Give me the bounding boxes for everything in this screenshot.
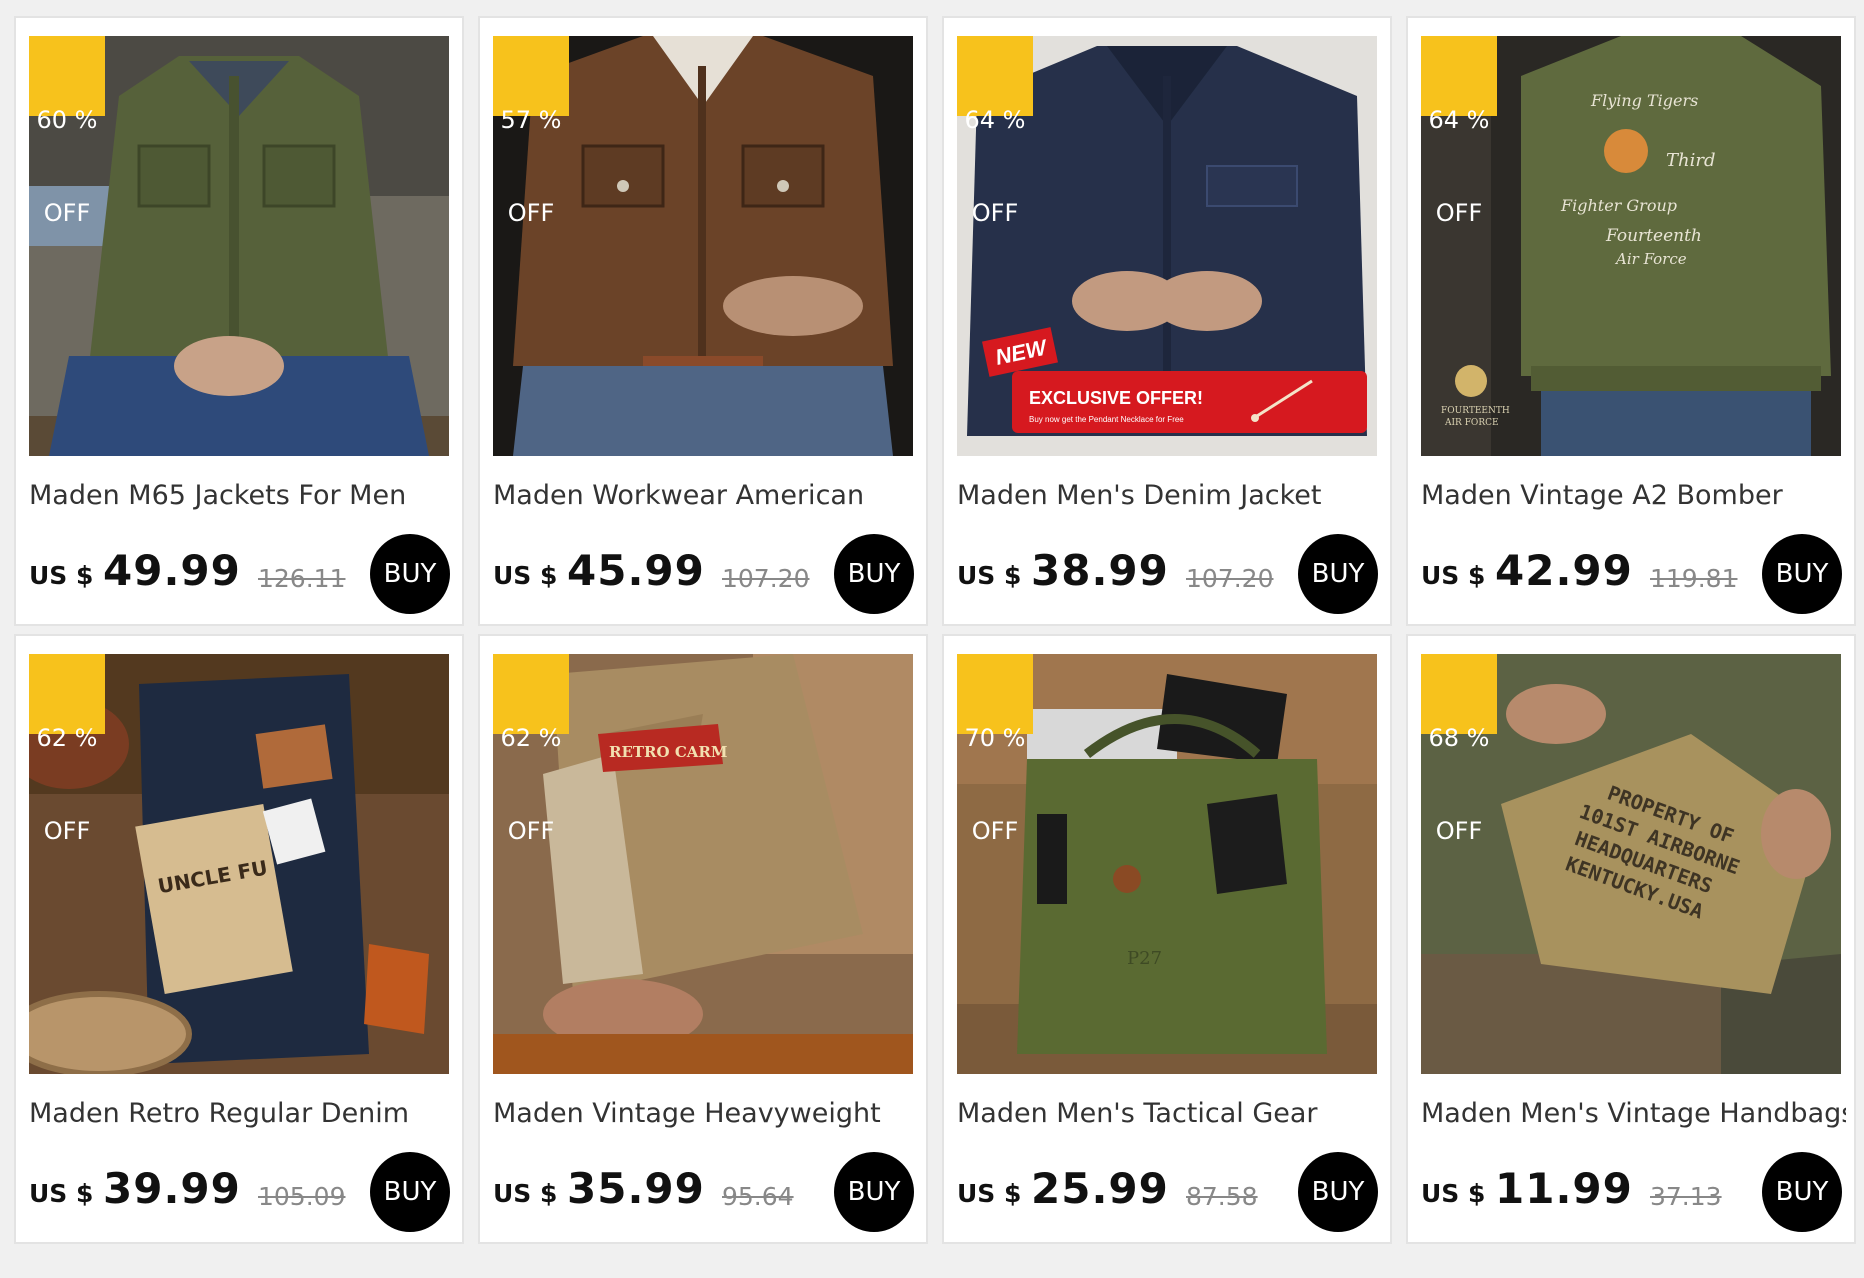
product-image[interactable]: UNCLE FU 62 % OFF (29, 654, 449, 1074)
product-grid: 60 % OFF Maden M65 Jackets For Men US $ … (14, 16, 1856, 1244)
discount-off-label: OFF (1435, 817, 1483, 845)
product-image[interactable]: 57 % OFF (493, 36, 913, 456)
product-price: 42.99 (1495, 546, 1633, 595)
discount-badge: 68 % OFF (1421, 654, 1497, 845)
buy-button[interactable]: BUY (370, 1152, 450, 1232)
discount-badge: 57 % OFF (493, 36, 569, 227)
product-image[interactable]: NEW EXCLUSIVE OFFER! Buy now get the Pen… (957, 36, 1377, 456)
original-price: 119.81 (1650, 564, 1738, 593)
discount-off-label: OFF (43, 199, 91, 227)
buy-button[interactable]: BUY (1298, 1152, 1378, 1232)
product-image[interactable]: P27 70 % OFF (957, 654, 1377, 1074)
product-title[interactable]: Maden Workwear American (493, 480, 918, 511)
product-card[interactable]: Flying Tigers Third Fighter Group Fourte… (1406, 16, 1856, 626)
discount-percent: 68 % (1428, 724, 1490, 752)
original-price: 87.58 (1186, 1182, 1258, 1211)
product-card[interactable]: 57 % OFF Maden Workwear American US $ 45… (478, 16, 928, 626)
product-title[interactable]: Maden M65 Jackets For Men (29, 480, 454, 511)
buy-button[interactable]: BUY (1762, 1152, 1842, 1232)
product-card[interactable]: RETRO CARM 62 % OFF Maden Vintage Heavyw… (478, 634, 928, 1244)
product-title[interactable]: Maden Men's Vintage Handbags (1421, 1098, 1846, 1129)
discount-badge: 60 % OFF (29, 36, 105, 227)
product-price: 45.99 (567, 546, 705, 595)
discount-percent: 57 % (500, 106, 562, 134)
discount-percent: 60 % (36, 106, 98, 134)
discount-badge: 70 % OFF (957, 654, 1033, 845)
promo-headline: EXCLUSIVE OFFER! (1029, 388, 1203, 408)
currency-label: US $ (29, 1179, 94, 1208)
buy-button[interactable]: BUY (1298, 534, 1378, 614)
discount-percent: 64 % (964, 106, 1026, 134)
buy-button[interactable]: BUY (370, 534, 450, 614)
product-price: 49.99 (103, 546, 241, 595)
discount-percent: 64 % (1428, 106, 1490, 134)
bag-stencil: P27 (1127, 948, 1162, 969)
discount-percent: 70 % (964, 724, 1026, 752)
buy-button[interactable]: BUY (834, 1152, 914, 1232)
product-price: 38.99 (1031, 546, 1169, 595)
discount-off-label: OFF (971, 817, 1019, 845)
product-title[interactable]: Maden Vintage A2 Bomber (1421, 480, 1846, 511)
product-card[interactable]: 60 % OFF Maden M65 Jackets For Men US $ … (14, 16, 464, 626)
original-price: 126.11 (258, 564, 346, 593)
product-price: 35.99 (567, 1164, 705, 1213)
discount-percent: 62 % (500, 724, 562, 752)
product-card[interactable]: P27 70 % OFF Maden Men's Tactical Gear U… (942, 634, 1392, 1244)
currency-label: US $ (1421, 561, 1486, 590)
product-price: 39.99 (103, 1164, 241, 1213)
embroidery-text: Air Force (1614, 250, 1687, 268)
product-title[interactable]: Maden Men's Tactical Gear (957, 1098, 1382, 1129)
embroidery-text: Fighter Group (1560, 196, 1677, 215)
product-image[interactable]: PROPERTY OF 101ST AIRBORNE HEADQUARTERS … (1421, 654, 1841, 1074)
currency-label: US $ (493, 561, 558, 590)
discount-badge: 64 % OFF (1421, 36, 1497, 227)
product-title[interactable]: Maden Vintage Heavyweight (493, 1098, 918, 1129)
promo-subtext: Buy now get the Pendant Necklace for Fre… (1029, 415, 1184, 424)
product-card[interactable]: PROPERTY OF 101ST AIRBORNE HEADQUARTERS … (1406, 634, 1856, 1244)
product-image[interactable]: Flying Tigers Third Fighter Group Fourte… (1421, 36, 1841, 456)
discount-badge: 62 % OFF (29, 654, 105, 845)
discount-off-label: OFF (971, 199, 1019, 227)
original-price: 95.64 (722, 1182, 794, 1211)
discount-off-label: OFF (507, 817, 555, 845)
product-price: 25.99 (1031, 1164, 1169, 1213)
buy-button[interactable]: BUY (834, 534, 914, 614)
original-price: 37.13 (1650, 1182, 1722, 1211)
currency-label: US $ (29, 561, 94, 590)
buy-button[interactable]: BUY (1762, 534, 1842, 614)
currency-label: US $ (1421, 1179, 1486, 1208)
embroidery-text: Third (1666, 150, 1715, 171)
currency-label: US $ (957, 561, 1022, 590)
discount-badge: 62 % OFF (493, 654, 569, 845)
product-card[interactable]: UNCLE FU 62 % OFF Maden Retro Regular De… (14, 634, 464, 1244)
original-price: 107.20 (1186, 564, 1274, 593)
product-image[interactable]: 60 % OFF (29, 36, 449, 456)
product-image[interactable]: RETRO CARM 62 % OFF (493, 654, 913, 1074)
product-card[interactable]: NEW EXCLUSIVE OFFER! Buy now get the Pen… (942, 16, 1392, 626)
product-title[interactable]: Maden Men's Denim Jacket (957, 480, 1382, 511)
discount-off-label: OFF (43, 817, 91, 845)
logo-text: FOURTEENTH (1441, 406, 1510, 416)
original-price: 105.09 (258, 1182, 346, 1211)
product-title[interactable]: Maden Retro Regular Denim (29, 1098, 454, 1129)
discount-off-label: OFF (1435, 199, 1483, 227)
product-price: 11.99 (1495, 1164, 1633, 1213)
logo-text: AIR FORCE (1444, 418, 1499, 428)
discount-badge: 64 % OFF (957, 36, 1033, 227)
embroidery-text: Fourteenth (1605, 226, 1702, 246)
discount-percent: 62 % (36, 724, 98, 752)
discount-off-label: OFF (507, 199, 555, 227)
currency-label: US $ (493, 1179, 558, 1208)
embroidery-text: Flying Tigers (1590, 91, 1698, 110)
patch-text: RETRO CARM (609, 743, 727, 761)
currency-label: US $ (957, 1179, 1022, 1208)
original-price: 107.20 (722, 564, 810, 593)
